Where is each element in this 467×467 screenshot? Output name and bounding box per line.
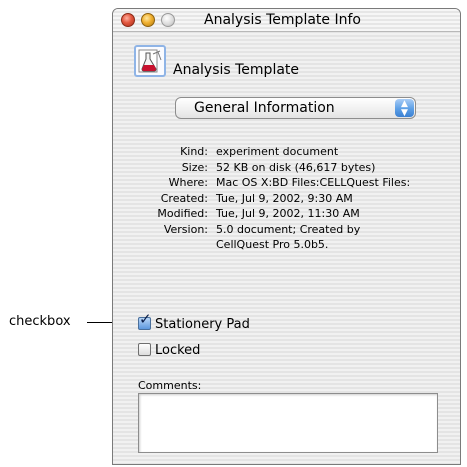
comments-textarea[interactable] xyxy=(138,393,438,453)
info-value-continued: CellQuest Pro 5.0b5. xyxy=(216,238,329,251)
info-row-modified: Modified: Tue, Jul 9, 2002, 11:30 AM xyxy=(113,206,460,222)
stationery-pad-checkbox[interactable]: ✓ Stationery Pad xyxy=(138,312,250,333)
info-value: experiment document xyxy=(216,145,339,158)
section-popup-label: General Information xyxy=(194,100,335,116)
info-key: Where: xyxy=(168,176,208,189)
info-key: Kind: xyxy=(180,145,208,158)
info-value: Tue, Jul 9, 2002, 9:30 AM xyxy=(216,191,353,205)
popup-arrows-icon: ▲ ▼ xyxy=(395,99,414,118)
info-key: Created: xyxy=(160,191,208,205)
checkbox-checked-icon[interactable]: ✓ xyxy=(138,312,152,330)
stationery-pad-label: Stationery Pad xyxy=(155,317,250,332)
info-row-version: Version: 5.0 document; Created by CellQu… xyxy=(113,222,460,253)
info-key: Version: xyxy=(163,222,208,236)
info-value: 5.0 document; Created by xyxy=(216,222,361,236)
zoom-button[interactable] xyxy=(161,13,175,27)
document-flask-icon[interactable] xyxy=(134,45,166,77)
locked-checkbox[interactable]: Locked xyxy=(138,343,200,359)
info-key: Size: xyxy=(181,160,208,174)
locked-label: Locked xyxy=(155,343,201,358)
close-button[interactable] xyxy=(121,13,135,27)
info-value: Tue, Jul 9, 2002, 11:30 AM xyxy=(216,207,360,220)
comments-label: Comments: xyxy=(138,379,202,392)
info-row-size: Size: 52 KB on disk (46,617 bytes) xyxy=(113,160,460,176)
info-row-created: Created: Tue, Jul 9, 2002, 9:30 AM xyxy=(113,191,460,207)
info-value: 52 KB on disk (46,617 bytes) xyxy=(216,160,376,174)
info-table: Kind: experiment document Size: 52 KB on… xyxy=(113,144,460,253)
minimize-button[interactable] xyxy=(141,13,155,27)
document-name: Analysis Template xyxy=(173,62,300,78)
info-value: Mac OS X:BD Files:CELLQuest Files: xyxy=(216,176,411,189)
info-key: Modified: xyxy=(157,207,208,220)
checkbox-unchecked-icon[interactable] xyxy=(138,343,151,356)
info-row-kind: Kind: experiment document xyxy=(113,144,460,160)
info-window: Analysis Template Info Analysis Template… xyxy=(112,8,461,465)
window-title: Analysis Template Info xyxy=(204,12,361,28)
info-row-where: Where: Mac OS X:BD Files:CELLQuest Files… xyxy=(113,175,460,191)
title-bar[interactable]: Analysis Template Info xyxy=(113,9,460,32)
callout-label: checkbox xyxy=(9,314,71,329)
section-popup[interactable]: General Information ▲ ▼ xyxy=(175,97,416,119)
